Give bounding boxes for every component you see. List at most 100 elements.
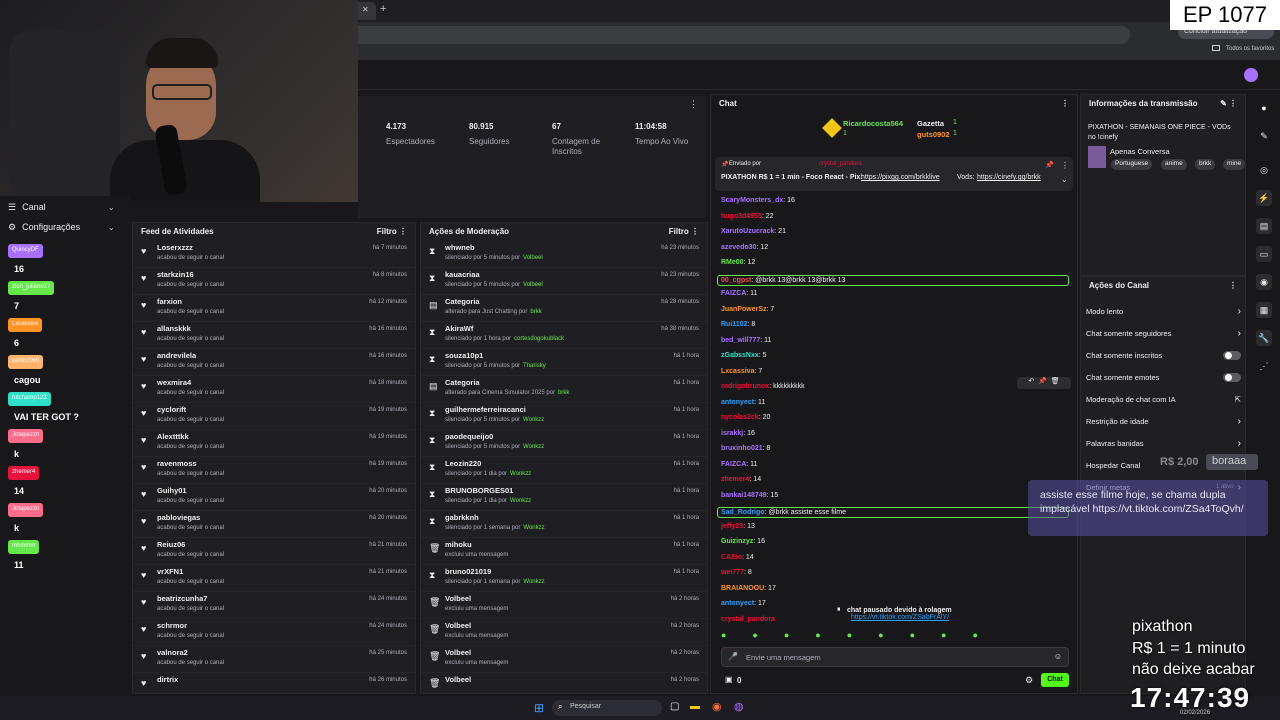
moderation-target[interactable]: Categoria: [445, 378, 480, 387]
feed-row[interactable]: ♥ schrmor acabou de seguir o canal há 24 mi…: [133, 619, 415, 646]
chevron-right-icon[interactable]: ›: [1238, 306, 1241, 317]
channel-action-row[interactable]: Palavras banidas ›: [1086, 435, 1241, 451]
moderation-row[interactable]: 🗑 Volbeel excluiu uma mensagem há 2 horas: [421, 619, 707, 646]
chat-message[interactable]: rodrigobrunox: kkkkkkkkk: [721, 383, 805, 390]
toggle-switch[interactable]: [1223, 350, 1241, 360]
chat-username[interactable]: antonyect: [721, 600, 754, 607]
channel-action-row[interactable]: Restrição de idade ›: [1086, 413, 1241, 429]
share-icon[interactable]: ⋰: [1256, 358, 1272, 374]
moderation-target[interactable]: Volbeel: [445, 594, 471, 603]
document-icon[interactable]: ▤: [1256, 218, 1272, 234]
clipboard-icon[interactable]: ▦: [1256, 302, 1272, 318]
moderation-row[interactable]: ⧗ gabrkknh silenciado por 1 semana por Wonk…: [421, 511, 707, 538]
moderation-target[interactable]: Volbeel: [445, 621, 471, 630]
feed-row[interactable]: ♥ valnora2 acabou de seguir o canal há 25 m…: [133, 646, 415, 673]
chevron-down-icon[interactable]: ⌄: [108, 223, 115, 232]
moderation-row[interactable]: ⧗ guilhermeferreiracanci silenciado por 5 …: [421, 403, 707, 430]
pinned-by-user[interactable]: crystal_pandora: [819, 161, 862, 167]
feed-user[interactable]: farxion: [157, 297, 182, 306]
moderator-name[interactable]: brkk: [530, 309, 541, 315]
moderation-row[interactable]: ⧗ Leozin220 silenciado por 1 dia por Wonkzz…: [421, 457, 707, 484]
more-icon[interactable]: ⋮: [691, 227, 699, 236]
top-gifter-name[interactable]: Gazetta: [917, 119, 944, 128]
viewer-badge[interactable]: mhmmm: [8, 540, 40, 554]
wrench-icon[interactable]: 🔧: [1256, 330, 1272, 346]
chat-message[interactable]: ScaryMonsters_dx: 16: [721, 197, 795, 204]
external-link-icon[interactable]: ⇱: [1235, 395, 1241, 404]
chat-username[interactable]: RMe00: [721, 259, 744, 266]
lightning-icon[interactable]: ⚡: [1256, 190, 1272, 206]
feed-row[interactable]: ♥ Reiuz06 acabou de seguir o canal há 21 mi…: [133, 538, 415, 565]
taskbar-search[interactable]: ⌕ Pesquisar: [552, 700, 662, 716]
stream-tag[interactable]: brkk: [1195, 159, 1216, 170]
feed-user[interactable]: valnora2: [157, 648, 188, 657]
feed-row[interactable]: ♥ allanskkk acabou de seguir o canal há 16 …: [133, 322, 415, 349]
moderation-row[interactable]: ⧗ paodequeijo0 silenciado por 5 minutos po…: [421, 430, 707, 457]
toggle-switch[interactable]: [1223, 372, 1241, 382]
chat-username[interactable]: rodrigobrunox: [721, 383, 769, 390]
feed-row[interactable]: ♥ farxion acabou de seguir o canal há 12 mi…: [133, 295, 415, 322]
chat-message[interactable]: bruxinho021: 8: [721, 445, 770, 452]
chat-message[interactable]: wei777: 8: [721, 569, 752, 576]
feed-user[interactable]: vrXFN1: [157, 567, 183, 576]
target-icon[interactable]: ◎: [1256, 162, 1272, 178]
moderator-name[interactable]: Wonkzz: [523, 444, 544, 450]
chat-message[interactable]: Lxcassiva: 7: [721, 368, 762, 375]
chat-username[interactable]: israkkj: [721, 430, 743, 437]
more-icon[interactable]: ⋮: [1061, 161, 1069, 170]
feed-user[interactable]: wexmira4: [157, 378, 191, 387]
pin-icon[interactable]: 📌: [1045, 161, 1054, 169]
chat-username[interactable]: Lxcassiva: [721, 368, 754, 375]
category-thumbnail[interactable]: [1088, 146, 1106, 168]
moderation-row[interactable]: ⧗ souza10p1 silenciado por 5 minutos por Th…: [421, 349, 707, 376]
feed-row[interactable]: ♥ cyclorift acabou de seguir o canal há 19 …: [133, 403, 415, 430]
moderation-target[interactable]: Volbeel: [445, 648, 471, 657]
channel-action-row[interactable]: Modo lento ›: [1086, 303, 1241, 319]
chrome-icon[interactable]: ◉: [712, 700, 722, 713]
gear-icon[interactable]: ⚙: [1025, 675, 1033, 686]
category-name[interactable]: Apenas Conversa: [1110, 147, 1170, 156]
moderation-target[interactable]: kauacriaa: [445, 270, 480, 279]
chat-message[interactable]: RMe00: 12: [721, 259, 755, 266]
viewer-badge[interactable]: kaiobz069: [8, 355, 44, 369]
chevron-right-icon[interactable]: ›: [1238, 328, 1241, 339]
chat-username[interactable]: CAEio: [721, 554, 742, 561]
chat-username[interactable]: ScaryMonsters_dx: [721, 197, 783, 204]
moderator-name[interactable]: brkk: [558, 390, 569, 396]
chat-message[interactable]: zhemer4: 14: [721, 476, 761, 483]
feed-user[interactable]: starkzin16: [157, 270, 194, 279]
moderation-target[interactable]: Categoria: [445, 297, 480, 306]
moderator-name[interactable]: cortesdogokublack: [514, 336, 564, 342]
chevron-right-icon[interactable]: ›: [1238, 416, 1241, 427]
chat-username[interactable]: zGabssNxx: [721, 352, 759, 359]
chat-link[interactable]: https://vt.tiktok.com/ZSabFrAlY/: [851, 614, 949, 621]
feed-user[interactable]: cyclorift: [157, 405, 186, 414]
feed-user[interactable]: beatrizcunha7: [157, 594, 207, 603]
chat-message[interactable]: 00_cgpst: @brkk 13@brkk 13@brkk 13: [717, 274, 1069, 286]
chat-username[interactable]: azevedo30: [721, 244, 756, 251]
moderation-row[interactable]: ⧗ BRUNOBORGES01 silenciado por 1 dia por Wo…: [421, 484, 707, 511]
chat-username[interactable]: wei777: [721, 569, 744, 576]
sidebar-item-configuracoes[interactable]: ⚙ Configurações: [8, 218, 80, 236]
stream-tag[interactable]: anime: [1161, 159, 1187, 170]
chat-username[interactable]: bankai148749: [721, 492, 767, 499]
moderator-name[interactable]: Tharisky: [523, 363, 546, 369]
folder-icon[interactable]: ▬: [690, 701, 700, 712]
feed-user[interactable]: dirtrix: [157, 675, 178, 684]
more-icon[interactable]: ⋮: [1229, 99, 1237, 108]
filter-button[interactable]: Filtro: [669, 227, 689, 236]
moderator-name[interactable]: Wonkzz: [523, 579, 544, 585]
feed-row[interactable]: ♥ Loserxzzz acabou de seguir o canal há 7 m…: [133, 241, 415, 268]
feed-user[interactable]: pabloviegas: [157, 513, 200, 522]
chat-message[interactable]: XarutoUzucrack: 21: [721, 228, 786, 235]
viewer-badge[interactable]: Jotapezzn: [8, 429, 44, 443]
circle-icon[interactable]: ●: [1256, 100, 1272, 116]
chat-username[interactable]: bruxinho021: [721, 445, 763, 452]
channel-action-row[interactable]: Chat somente emotes: [1086, 369, 1241, 385]
favorites-link[interactable]: Todos os favoritos: [1226, 46, 1274, 52]
chat-username[interactable]: FAIZCA: [721, 290, 746, 297]
chat-message[interactable]: Sad_Rodrigo: @brkk assiste esse filme: [717, 507, 1069, 518]
channel-action-row[interactable]: Chat somente seguidores ›: [1086, 325, 1241, 341]
moderation-row[interactable]: 🗑 Volbeel excluiu uma mensagem há 2 horas: [421, 646, 707, 673]
chat-message[interactable]: nycolas2ck: 20: [721, 414, 770, 421]
